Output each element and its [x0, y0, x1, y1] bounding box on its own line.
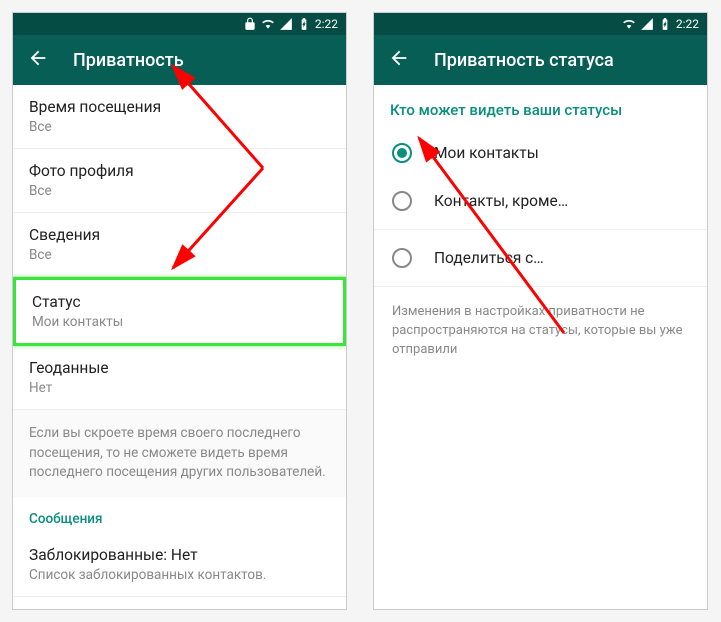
back-button[interactable]	[388, 47, 410, 73]
status-bar: 2:22	[13, 13, 346, 35]
radio-group: Кто может видеть ваши статусы Мои контак…	[374, 85, 707, 609]
item-value: Нет	[29, 380, 330, 396]
radio-label: Мои контакты	[434, 144, 539, 162]
status-time: 2:22	[315, 17, 338, 31]
app-bar: Приватность статуса	[374, 35, 707, 85]
radio-input[interactable]	[392, 143, 412, 163]
radio-share-with[interactable]: Поделиться с…	[374, 234, 707, 282]
app-bar: Приватность	[13, 35, 346, 85]
item-label: Геоданные	[29, 359, 330, 377]
item-profile-photo[interactable]: Фото профиля Все	[13, 149, 346, 213]
radio-label: Контакты, кроме…	[434, 192, 568, 210]
battery-icon	[297, 17, 311, 31]
phone-screen-privacy: 2:22 Приватность Время посещения Все Фот…	[12, 12, 347, 610]
item-live-location[interactable]: Геоданные Нет	[13, 346, 346, 410]
item-value: Все	[29, 247, 330, 263]
item-label: Фото профиля	[29, 162, 330, 180]
status-bar: 2:22	[374, 13, 707, 35]
battery-icon	[658, 17, 672, 31]
divider	[374, 286, 707, 287]
privacy-note: Изменения в настройках приватности не ра…	[374, 291, 707, 372]
divider	[374, 229, 707, 230]
radio-header: Кто может видеть ваши статусы	[374, 85, 707, 129]
item-blocked[interactable]: Заблокированные: Нет Список заблокирован…	[13, 533, 346, 597]
last-seen-hint: Если вы скроете время своего последнего …	[13, 410, 346, 497]
item-label: Время посещения	[29, 98, 330, 116]
item-label: Сведения	[29, 226, 330, 244]
page-title: Приватность статуса	[434, 50, 614, 71]
radio-input[interactable]	[392, 191, 412, 211]
item-last-seen[interactable]: Время посещения Все	[13, 85, 346, 149]
wifi-icon	[261, 17, 275, 31]
item-value: Все	[29, 119, 330, 135]
item-value: Список заблокированных контактов.	[29, 567, 330, 583]
item-about[interactable]: Сведения Все	[13, 213, 346, 277]
lock-icon	[243, 17, 257, 31]
page-title: Приватность	[73, 50, 184, 71]
radio-label: Поделиться с…	[434, 249, 544, 267]
arrow-back-icon	[27, 47, 49, 69]
back-button[interactable]	[27, 47, 49, 73]
item-read-receipts[interactable]: Отчёты о прочтении	[13, 597, 346, 609]
signal-icon	[640, 17, 654, 31]
item-value: Мои контакты	[32, 314, 327, 330]
section-messages: Сообщения	[13, 497, 346, 533]
settings-list: Время посещения Все Фото профиля Все Све…	[13, 85, 346, 609]
arrow-back-icon	[388, 47, 410, 69]
item-label: Заблокированные: Нет	[29, 546, 330, 564]
radio-contacts-except[interactable]: Контакты, кроме…	[374, 177, 707, 225]
radio-input[interactable]	[392, 248, 412, 268]
radio-my-contacts[interactable]: Мои контакты	[374, 129, 707, 177]
item-value: Все	[29, 183, 330, 199]
item-label: Статус	[32, 293, 327, 311]
phone-screen-status-privacy: 2:22 Приватность статуса Кто может видет…	[373, 12, 708, 610]
wifi-icon	[622, 17, 636, 31]
item-status[interactable]: Статус Мои контакты	[13, 277, 346, 346]
signal-icon	[279, 17, 293, 31]
status-time: 2:22	[676, 17, 699, 31]
